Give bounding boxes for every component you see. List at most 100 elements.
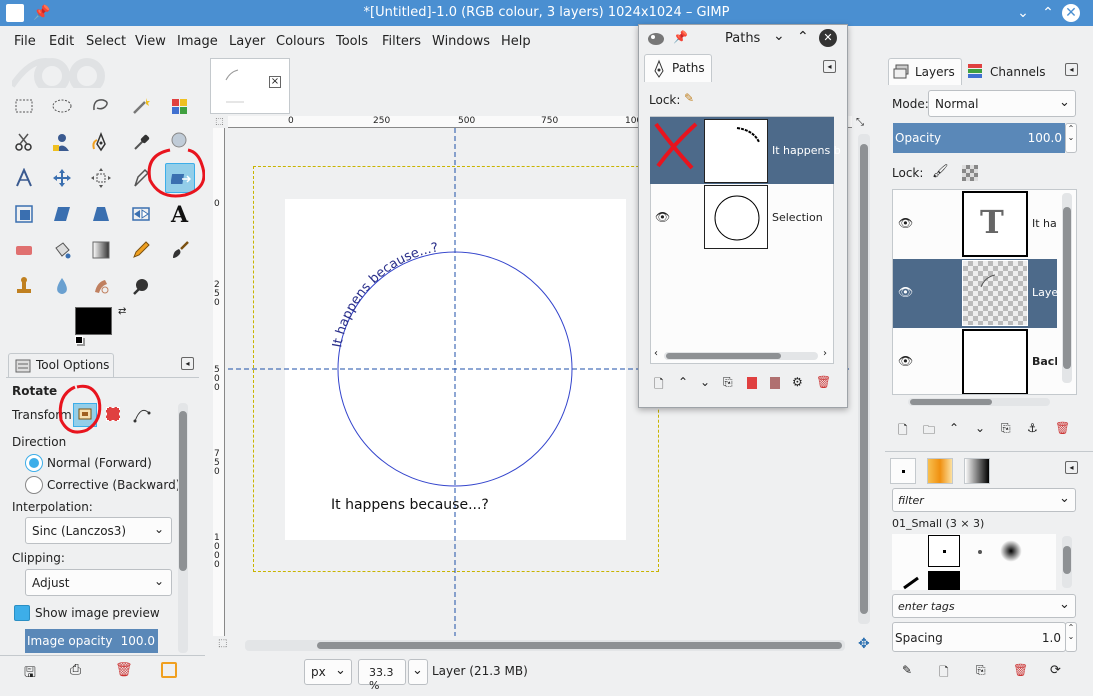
- bucket-fill-tool[interactable]: [47, 235, 77, 265]
- brush-item[interactable]: [1000, 540, 1022, 562]
- lock-position-icon[interactable]: ✎: [684, 91, 694, 105]
- brushes-grid[interactable]: [892, 534, 1056, 590]
- tab-channels[interactable]: Channels: [964, 58, 1048, 85]
- quick-mask-toggle[interactable]: ⬚: [215, 117, 224, 127]
- brush-tags-select[interactable]: enter tags ⌄: [892, 594, 1076, 618]
- layers-scrollbar[interactable]: [1062, 193, 1072, 383]
- raise-layer-icon[interactable]: ⌃: [949, 421, 959, 435]
- paths-tool[interactable]: [86, 127, 116, 157]
- visibility-eye-icon[interactable]: 👁: [898, 216, 913, 230]
- menu-help[interactable]: Help: [501, 34, 531, 49]
- show-preview-checkbox[interactable]: [14, 605, 30, 621]
- paintbrush-tool[interactable]: [165, 235, 195, 265]
- chevron-up-icon[interactable]: ⌃: [1038, 3, 1058, 23]
- brush-item[interactable]: [978, 550, 982, 554]
- foreground-select-tool[interactable]: [47, 127, 77, 157]
- image-tab[interactable]: ×: [210, 58, 290, 114]
- alignment-tool[interactable]: [86, 163, 116, 193]
- rect-select-tool[interactable]: [9, 91, 39, 121]
- menu-image[interactable]: Image: [177, 34, 218, 49]
- duplicate-path-icon[interactable]: ⎘: [723, 375, 733, 390]
- new-layer-icon[interactable]: 🗋: [898, 421, 908, 442]
- gradient-tool[interactable]: [86, 235, 116, 265]
- menu-windows[interactable]: Windows: [432, 34, 490, 49]
- paths-hscroll[interactable]: [664, 352, 818, 360]
- scroll-left-icon[interactable]: ‹: [654, 348, 658, 359]
- shear-tool[interactable]: [47, 199, 77, 229]
- smudge-tool[interactable]: [86, 271, 116, 301]
- menu-layer[interactable]: Layer: [229, 34, 265, 49]
- tab-patterns[interactable]: [927, 458, 953, 484]
- refresh-brushes-icon[interactable]: ⟳: [1050, 663, 1061, 678]
- tool-options-scrollbar[interactable]: [178, 403, 188, 653]
- path-row[interactable]: 👁 Selection: [650, 184, 834, 251]
- delete-layer-icon[interactable]: 🗑: [1055, 421, 1070, 435]
- chevron-up-icon[interactable]: ⌃: [797, 29, 809, 45]
- chevron-down-icon[interactable]: ⌄: [773, 28, 785, 44]
- swap-colors-icon[interactable]: ⇄: [118, 306, 126, 317]
- free-select-tool[interactable]: [86, 91, 116, 121]
- zoom-follow-icon[interactable]: ⤡: [856, 117, 864, 128]
- layer-row-selected[interactable]: 👁 Laye: [893, 259, 1058, 328]
- mode-select[interactable]: Normal ⌄: [928, 90, 1076, 117]
- menu-view[interactable]: View: [135, 34, 166, 49]
- navigate-icon[interactable]: ⬚: [218, 638, 227, 649]
- tab-layers[interactable]: Layers: [888, 58, 962, 85]
- navigation-icon[interactable]: ✥: [858, 636, 870, 652]
- measure-tool[interactable]: [9, 163, 39, 193]
- blur-tool[interactable]: [47, 271, 77, 301]
- clipping-select[interactable]: Adjust ⌄: [25, 569, 172, 596]
- zoom-dropdown[interactable]: ⌄: [408, 659, 428, 685]
- select-by-color-tool[interactable]: [165, 91, 195, 121]
- stroke-path-icon[interactable]: ⚙: [792, 375, 803, 389]
- selection-to-path-icon[interactable]: [770, 377, 780, 389]
- spacing-slider[interactable]: Spacing 1.0: [892, 622, 1066, 652]
- layer-row[interactable]: 👁 Back: [893, 328, 1057, 394]
- new-brush-icon[interactable]: 🗋: [939, 663, 949, 684]
- delete-icon[interactable]: 🗑: [115, 662, 133, 678]
- menu-filters[interactable]: Filters: [382, 34, 421, 49]
- close-icon[interactable]: ✕: [819, 29, 837, 47]
- fuzzy-select-tool[interactable]: [126, 91, 156, 121]
- horizontal-scrollbar[interactable]: [245, 640, 845, 651]
- lock-alpha-icon[interactable]: [962, 165, 978, 181]
- image-opacity-slider[interactable]: Image opacity 100.0: [25, 629, 158, 653]
- tab-tool-options[interactable]: Tool Options: [8, 353, 114, 377]
- raise-path-icon[interactable]: ⌃: [678, 375, 688, 389]
- unit-select[interactable]: px ⌄: [304, 659, 352, 685]
- foreground-color-swatch[interactable]: [75, 307, 112, 335]
- menu-tools[interactable]: Tools: [336, 34, 368, 49]
- move-tool[interactable]: [47, 163, 77, 193]
- scissors-tool[interactable]: [9, 127, 39, 157]
- brush-item[interactable]: [928, 571, 960, 590]
- brush-selected[interactable]: [928, 535, 960, 567]
- panel-menu-icon[interactable]: ◂: [1065, 461, 1078, 474]
- chevron-down-icon[interactable]: ⌄: [1013, 3, 1033, 23]
- duplicate-layer-icon[interactable]: ⎘: [1001, 421, 1011, 436]
- panel-menu-icon[interactable]: ◂: [1065, 63, 1078, 76]
- save-icon[interactable]: 🖫: [24, 662, 36, 686]
- delete-brush-icon[interactable]: 🗑: [1013, 663, 1028, 677]
- pencil-tool[interactable]: [126, 235, 156, 265]
- eraser-tool[interactable]: [9, 235, 39, 265]
- layers-hscroll[interactable]: [908, 398, 1050, 406]
- visibility-eye-icon[interactable]: 👁: [655, 210, 670, 224]
- restore-icon[interactable]: ⎙: [70, 662, 81, 678]
- menu-colours[interactable]: Colours: [276, 34, 325, 49]
- pin-icon[interactable]: 📌: [673, 30, 688, 44]
- duplicate-brush-icon[interactable]: ⎘: [976, 663, 986, 678]
- new-path-icon[interactable]: 🗋: [654, 375, 664, 396]
- close-icon[interactable]: ✕: [1062, 4, 1080, 22]
- ellipse-select-tool[interactable]: [47, 91, 77, 121]
- zoom-field[interactable]: 33.3 %: [358, 659, 406, 692]
- delete-path-icon[interactable]: 🗑: [816, 375, 831, 389]
- lower-path-icon[interactable]: ⌄: [700, 375, 710, 389]
- edit-brush-icon[interactable]: ✎: [902, 663, 912, 677]
- visibility-eye-icon[interactable]: 👁: [898, 285, 913, 299]
- layer-row[interactable]: 👁 T It ha: [893, 190, 1057, 259]
- scroll-right-icon[interactable]: ›: [823, 348, 827, 359]
- panel-menu-icon[interactable]: ◂: [823, 60, 836, 73]
- scale-tool[interactable]: [9, 199, 39, 229]
- lower-layer-icon[interactable]: ⌄: [975, 421, 985, 435]
- tab-gradients[interactable]: [964, 458, 990, 484]
